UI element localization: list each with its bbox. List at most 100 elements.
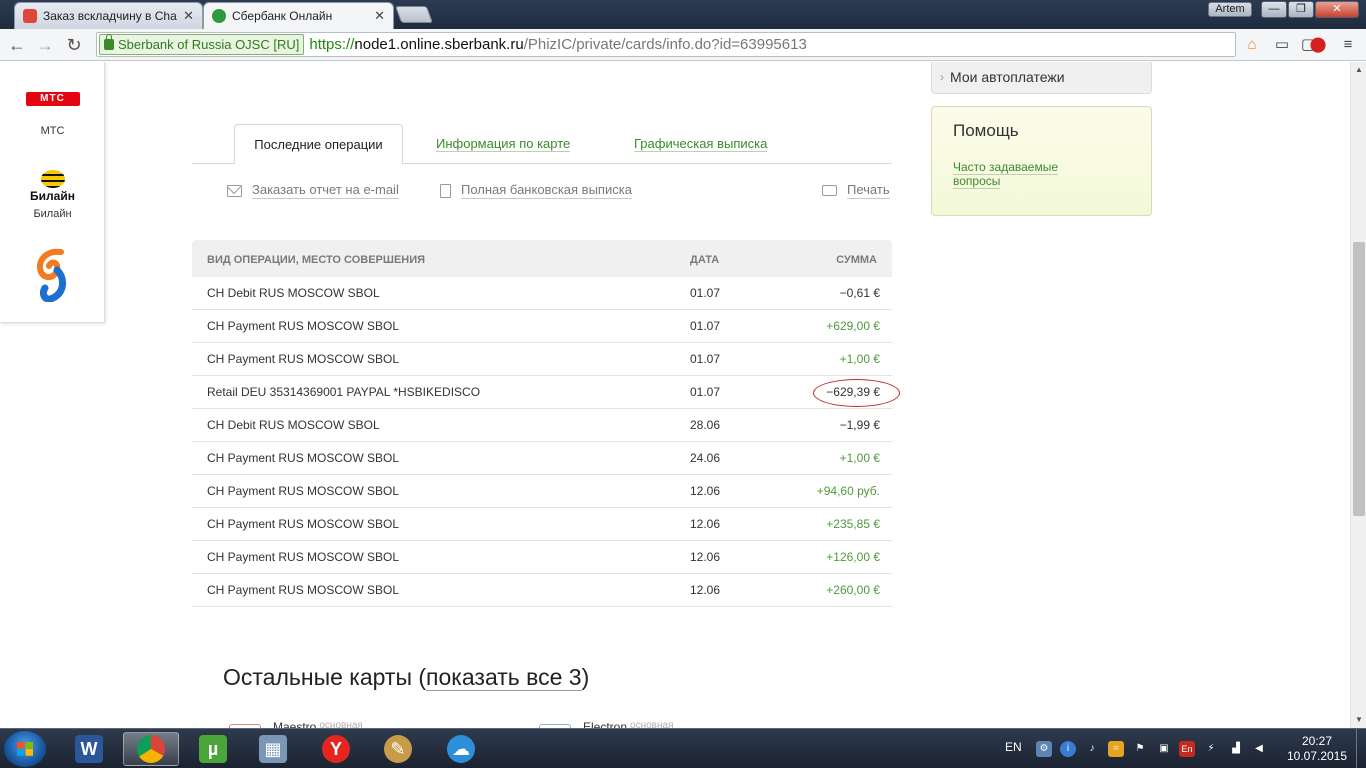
operation-name: CH Payment RUS MOSCOW SBOL <box>207 352 400 366</box>
taskbar-chrome[interactable] <box>123 732 179 766</box>
card-tag: основная <box>319 720 363 728</box>
highlight-circle <box>813 379 900 407</box>
email-report-link[interactable]: Заказать отчет на e-mail <box>227 182 399 199</box>
other-cards-prefix: Остальные карты ( <box>223 664 427 690</box>
new-tab-button[interactable] <box>394 6 434 23</box>
tab-graphic-statement[interactable]: Графическая выписка <box>634 124 768 164</box>
table-row[interactable]: CH Payment RUS MOSCOW SBOL 12.06 +235,85 € <box>192 508 892 541</box>
profile-badge[interactable]: Artem <box>1208 2 1252 17</box>
table-row[interactable]: CH Payment RUS MOSCOW SBOL 12.06 +260,00 € <box>192 574 892 607</box>
clock-date: 10.07.2015 <box>1286 749 1348 763</box>
tray-flag-icon[interactable]: ⚑ <box>1132 741 1148 757</box>
browser-tab-sberbank[interactable]: Сбербанк Онлайн ✕ <box>203 2 394 29</box>
show-all-cards-link[interactable]: показать все 3 <box>426 664 582 691</box>
taskbar-utorrent[interactable]: µ <box>185 732 241 766</box>
scroll-up-icon[interactable]: ▲ <box>1351 62 1366 78</box>
cast-icon[interactable]: ▭ <box>1272 35 1292 55</box>
close-icon[interactable]: ✕ <box>183 8 194 24</box>
operation-date: 01.07 <box>690 319 721 333</box>
table-row[interactable]: CH Payment RUS MOSCOW SBOL 24.06 +1,00 € <box>192 442 892 475</box>
table-row[interactable]: CH Debit RUS MOSCOW SBOL 01.07 −0,61 € <box>192 277 892 310</box>
utorrent-icon: µ <box>199 735 227 763</box>
sberbank-page: МТС МТС Билайн Билайн Последние операции… <box>0 62 1350 728</box>
header-operation: ВИД ОПЕРАЦИИ, МЕСТО СОВЕРШЕНИЯ <box>207 254 426 266</box>
tray-bell-icon[interactable]: ♪ <box>1084 741 1100 757</box>
url-text[interactable]: https://node1.online.sberbank.ru/PhizIC/… <box>309 36 806 53</box>
start-button[interactable] <box>4 731 46 767</box>
maximize-button[interactable]: ❐ <box>1288 1 1314 18</box>
taskbar-clock[interactable]: 20:27 10.07.2015 <box>1285 734 1349 764</box>
taskbar-word[interactable]: W <box>61 732 117 766</box>
provider-beeline[interactable]: Билайн Билайн <box>0 170 105 220</box>
my-autopayments-link[interactable]: Мои автоплатежи <box>931 62 1152 94</box>
close-window-button[interactable]: ✕ <box>1315 1 1359 18</box>
operations-table: ВИД ОПЕРАЦИИ, МЕСТО СОВЕРШЕНИЯ ДАТА СУММ… <box>192 240 900 607</box>
tray-language-indicator[interactable]: En <box>1179 741 1195 757</box>
tab-recent-operations[interactable]: Последние операции <box>234 124 403 164</box>
operation-name: CH Payment RUS MOSCOW SBOL <box>207 451 400 465</box>
provider-rostelecom[interactable] <box>0 248 105 305</box>
tray-window-icon[interactable]: ▣ <box>1156 741 1172 757</box>
tray-volume-icon[interactable]: ◀ <box>1251 741 1267 757</box>
table-row[interactable]: CH Payment RUS MOSCOW SBOL 12.06 +94,60 ру… <box>192 475 892 508</box>
operation-date: 01.07 <box>690 385 721 399</box>
page-scrollbar[interactable]: ▲ ▼ <box>1350 62 1366 728</box>
operation-date: 12.06 <box>690 517 721 531</box>
show-desktop-button[interactable] <box>1356 729 1366 768</box>
operation-amount: +629,00 € <box>826 319 880 333</box>
taskbar-calculator[interactable]: ▦ <box>245 732 301 766</box>
close-icon[interactable]: ✕ <box>374 8 385 24</box>
card-maestro[interactable]: Maestro основная <box>229 720 363 728</box>
operation-amount: −0,61 € <box>839 286 880 300</box>
table-row[interactable]: CH Debit RUS MOSCOW SBOL 28.06 −1,99 € <box>192 409 892 442</box>
reload-button[interactable]: ↻ <box>62 33 86 57</box>
other-cards-title: Остальные карты (показать все 3) <box>223 664 589 691</box>
table-row[interactable]: CH Payment RUS MOSCOW SBOL 01.07 +629,00 € <box>192 310 892 343</box>
lock-icon <box>104 34 114 50</box>
tray-network-icon[interactable]: ⚙ <box>1036 741 1052 757</box>
full-statement-link[interactable]: Полная банковская выписка <box>440 182 632 199</box>
print-link[interactable]: Печать <box>822 182 890 199</box>
table-row[interactable]: CH Payment RUS MOSCOW SBOL 01.07 +1,00 € <box>192 343 892 376</box>
address-bar[interactable]: Sberbank of Russia OJSC [RU] https://nod… <box>96 32 1325 57</box>
forward-button[interactable]: → <box>33 33 57 57</box>
taskbar-paint[interactable]: ✎ <box>370 732 426 766</box>
yandex-browser-icon: Y <box>322 735 350 763</box>
tray-signal-icon[interactable]: ▟ <box>1228 741 1244 757</box>
scroll-down-icon[interactable]: ▼ <box>1351 712 1366 728</box>
browser-titlebar: Заказ вскладчину в Chai ✕ Сбербанк Онлай… <box>0 0 1366 29</box>
minimize-button[interactable]: — <box>1261 1 1287 18</box>
operation-date: 12.06 <box>690 550 721 564</box>
operation-amount: +260,00 € <box>826 583 880 597</box>
card-electron[interactable]: Electron основная <box>539 720 674 728</box>
ev-certificate-badge[interactable]: Sberbank of Russia OJSC [RU] <box>99 34 305 55</box>
faq-link[interactable]: Часто задаваемые вопросы <box>953 160 1083 189</box>
tray-app-icon[interactable]: ≈ <box>1108 741 1124 757</box>
tray-info-icon[interactable]: i <box>1060 741 1076 757</box>
taskbar-cloud[interactable]: ☁ <box>433 732 489 766</box>
scroll-thumb[interactable] <box>1353 242 1365 516</box>
operation-date: 12.06 <box>690 484 721 498</box>
tab-card-info[interactable]: Информация по карте <box>436 124 571 164</box>
full-statement-label: Полная банковская выписка <box>461 182 632 199</box>
adblock-icon[interactable]: ⬤ <box>1308 35 1328 55</box>
envelope-icon <box>227 184 242 197</box>
tab-label: Информация по карте <box>436 136 571 152</box>
keyboard-language[interactable]: EN <box>1005 740 1022 754</box>
home-icon[interactable]: ⌂ <box>1242 35 1262 55</box>
url-path: /PhizIC/private/cards/info.do?id=6399561… <box>523 36 807 53</box>
provider-mts[interactable]: МТС МТС <box>0 92 105 137</box>
browser-tab-chaiexpress[interactable]: Заказ вскладчину в Chai ✕ <box>14 2 203 29</box>
table-row[interactable]: Retail DEU 35314369001 PAYPAL *HSBIKEDIS… <box>192 376 900 409</box>
ev-certificate-label: Sberbank of Russia OJSC [RU] <box>118 37 300 52</box>
menu-icon[interactable]: ≡ <box>1338 35 1358 55</box>
operation-amount: +94,60 руб. <box>816 484 880 498</box>
clock-time: 20:27 <box>1301 734 1333 748</box>
taskbar-yandex[interactable]: Y <box>308 732 364 766</box>
print-label: Печать <box>847 182 890 199</box>
operation-date: 01.07 <box>690 352 721 366</box>
tray-device-icon[interactable]: ⚡ <box>1203 741 1219 757</box>
operation-name: CH Payment RUS MOSCOW SBOL <box>207 517 400 531</box>
table-row[interactable]: CH Payment RUS MOSCOW SBOL 12.06 +126,00 € <box>192 541 892 574</box>
back-button[interactable]: ← <box>5 33 29 57</box>
